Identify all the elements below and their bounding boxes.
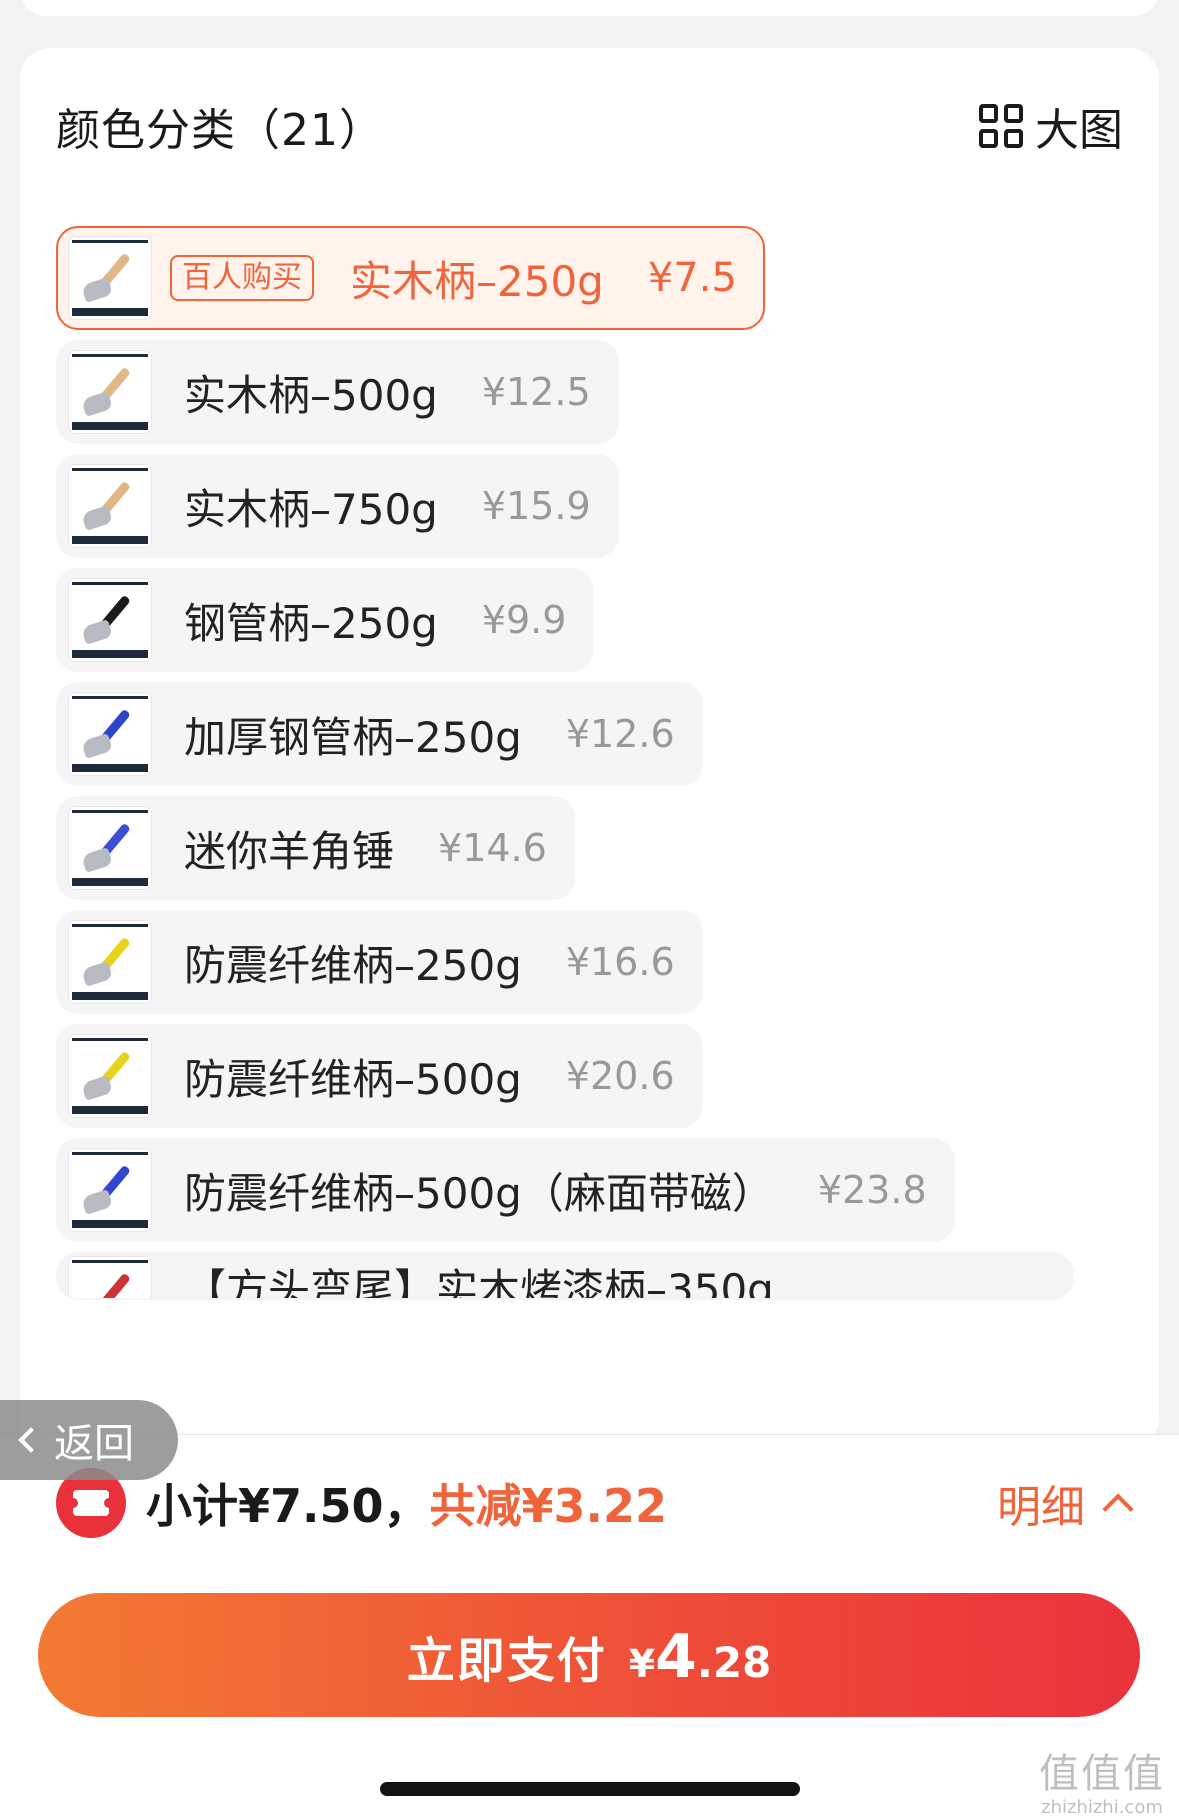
sku-name: 实木柄–750g (184, 484, 438, 534)
sku-option[interactable]: 防震纤维柄–500g（麻面带磁） ¥23.8 (56, 1138, 955, 1242)
sku-price: ¥14.6 (438, 826, 547, 870)
hammer-thumbnail (68, 578, 152, 662)
pay-amount-int: 4 (655, 1622, 697, 1692)
back-button[interactable]: 返回 (0, 1400, 178, 1480)
hammer-thumbnail (68, 1256, 152, 1298)
sku-option[interactable]: 钢管柄–250g ¥9.9 (56, 568, 595, 672)
sku-name: 【方头弯尾】实木烤漆柄–350g (184, 1265, 774, 1300)
sku-panel: 颜色分类（21） 大图 百人购买 实木柄–250g ¥7.5 实木柄–500g … (20, 48, 1159, 1448)
sku-name: 防震纤维柄–500g (184, 1054, 522, 1104)
pay-label: 立即支付 (406, 1633, 607, 1689)
panel-header: 颜色分类（21） 大图 (56, 96, 1123, 156)
sku-name: 加厚钢管柄–250g (184, 712, 522, 762)
home-indicator[interactable] (380, 1782, 800, 1796)
large-image-toggle[interactable]: 大图 (979, 94, 1123, 158)
panel-title: 颜色分类（21） (56, 105, 384, 156)
sku-option[interactable]: 迷你羊角锤 ¥14.6 (56, 796, 575, 900)
pay-currency: ¥ (628, 1642, 656, 1686)
popular-badge: 百人购买 (170, 255, 314, 301)
hammer-thumbnail (68, 920, 152, 1004)
pay-amount-dec: .28 (696, 1638, 772, 1687)
hammer-thumbnail (68, 464, 152, 548)
pay-now-button[interactable]: 立即支付 ¥ 4 .28 (38, 1593, 1140, 1717)
chevron-left-icon (18, 1427, 44, 1453)
sku-option[interactable]: 加厚钢管柄–250g ¥12.6 (56, 682, 703, 786)
sku-option[interactable]: 防震纤维柄–250g ¥16.6 (56, 910, 703, 1014)
hammer-thumbnail (68, 350, 152, 434)
sku-price: ¥16.6 (565, 940, 675, 984)
price-detail-toggle[interactable]: 明细 (997, 1471, 1139, 1535)
back-label: 返回 (54, 1421, 134, 1467)
sku-price: ¥20.6 (565, 1054, 675, 1098)
chevron-up-icon (1102, 1493, 1134, 1525)
sku-name: 实木柄–250g (350, 256, 604, 306)
watermark-logo: 值值值 zhizhizhi.com (1039, 1751, 1165, 1818)
subtotal-row: 小计¥7.50， 共减¥3.22 明细 (56, 1465, 1139, 1541)
sku-name: 防震纤维柄–250g (184, 940, 522, 990)
hammer-thumbnail (68, 692, 152, 776)
hammer-thumbnail (68, 236, 152, 320)
sku-name: 钢管柄–250g (184, 598, 438, 648)
subtotal: 小计¥7.50， (146, 1479, 430, 1533)
discount-total: 共减¥3.22 (429, 1479, 668, 1533)
sku-name: 迷你羊角锤 (184, 826, 395, 876)
detail-label: 明细 (997, 1482, 1085, 1533)
sku-price: ¥15.9 (481, 484, 591, 528)
sku-option[interactable]: 防震纤维柄–500g ¥20.6 (56, 1024, 703, 1128)
hammer-thumbnail (68, 1034, 152, 1118)
sku-option[interactable]: 百人购买 实木柄–250g ¥7.5 (56, 226, 765, 330)
sku-option[interactable]: 实木柄–750g ¥15.9 (56, 454, 619, 558)
previous-card (20, 0, 1159, 16)
sku-option-partial[interactable]: 【方头弯尾】实木烤漆柄–350g (56, 1252, 1074, 1300)
checkout-bar: 小计¥7.50， 共减¥3.22 明细 立即支付 ¥ 4 .28 值值值 zhi… (0, 1434, 1179, 1820)
sku-price: ¥9.9 (481, 598, 567, 642)
hammer-thumbnail (68, 806, 152, 890)
sku-option[interactable]: 实木柄–500g ¥12.5 (56, 340, 619, 444)
grid-icon (979, 104, 1023, 148)
hammer-thumbnail (68, 1148, 152, 1232)
sku-name: 实木柄–500g (184, 370, 438, 420)
sku-price: ¥12.5 (481, 370, 591, 414)
sku-price: ¥12.6 (565, 712, 675, 756)
sku-price: ¥23.8 (817, 1168, 927, 1212)
sku-price: ¥7.5 (647, 255, 737, 301)
sku-name: 防震纤维柄–500g（麻面带磁） (184, 1168, 774, 1218)
view-toggle-label: 大图 (1035, 105, 1123, 156)
